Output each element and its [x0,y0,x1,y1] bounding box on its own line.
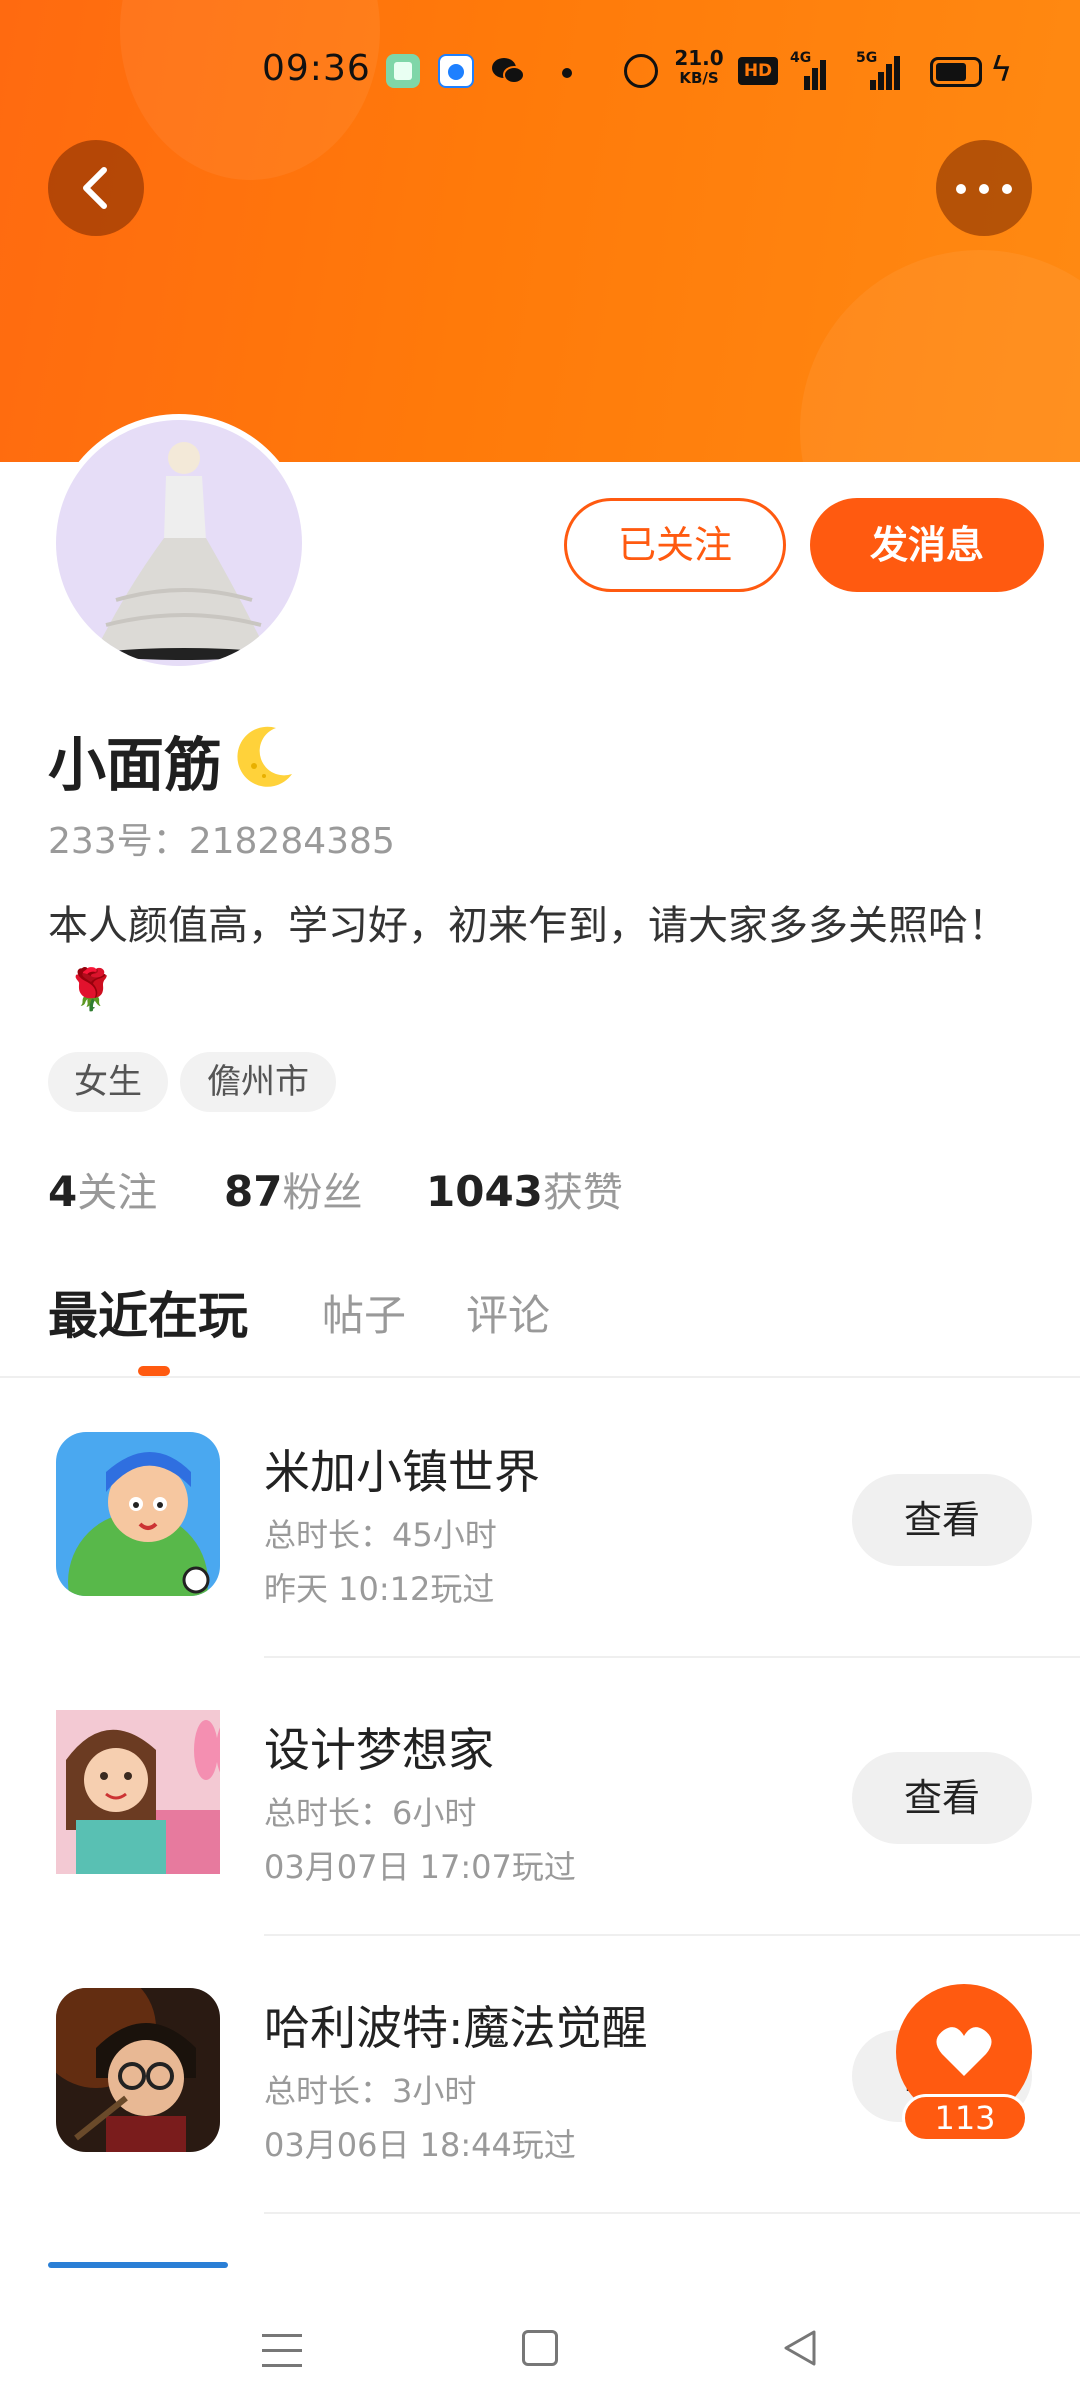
game-title: 哈利波特:魔法觉醒 [264,2001,648,2055]
following-count: 4 [48,1167,78,1216]
battery-icon [930,57,982,87]
profile-header-banner: 09:36 21.0 KB/S HD 4G 5G ϟ [0,0,1080,462]
profile-bio-text: 本人颜值高，学习好，初来乍到，请大家多多关照哈！ [48,903,1008,949]
following-label: 关注 [77,1170,158,1216]
alarm-icon [624,54,658,88]
game-icon [56,1988,220,2152]
game-last-played: 03月06日 18:44玩过 [264,2126,576,2164]
status-time: 09:36 [262,48,371,89]
wechat-icon [492,58,525,84]
more-dots-icon [956,184,966,194]
fans-count: 87 [224,1167,283,1216]
profile-bio: 本人颜值高，学习好，初来乍到，请大家多多关照哈！ 🌹 [48,894,1008,1022]
profile-nickname: 小面筋 [48,731,223,799]
network-speed-value: 21.0 [674,46,724,70]
home-icon[interactable] [522,2330,558,2366]
gender-tag: 女生 [48,1052,168,1112]
status-bar: 09:36 21.0 KB/S HD 4G 5G ϟ [0,40,1080,100]
rose-icon: 🌹 [66,967,116,1013]
game-icon [56,1432,220,1596]
location-tag: 儋州市 [180,1052,336,1112]
likes-stat: 1043获赞 [426,1160,623,1218]
game-duration: 总时长：45小时 [264,1516,497,1554]
app-notification-icon [438,54,474,88]
fans-label: 粉丝 [282,1170,363,1216]
game-title: 米加小镇世界 [264,1445,540,1499]
game-duration: 总时长：3小时 [264,2072,477,2110]
avatar-image [56,420,302,666]
game-icon [56,1710,220,1874]
back-button[interactable] [48,140,144,236]
avatar[interactable] [50,414,308,672]
send-message-button[interactable]: 发消息 [810,498,1044,592]
list-item[interactable]: 米加小镇世界 总时长：45小时 昨天 10:12玩过 查看 [0,1380,1080,1658]
fans-stat[interactable]: 87粉丝 [224,1160,362,1218]
back-arrow-icon [83,167,107,209]
following-stat[interactable]: 4关注 [48,1160,157,1218]
view-button[interactable]: 查看 [852,1474,1032,1566]
like-count: 113 [902,2094,1028,2142]
game-last-played: 03月07日 17:07玩过 [264,1848,576,1886]
more-dots-icon [1002,184,1012,194]
heart-icon [936,2027,992,2076]
game-last-played: 昨天 10:12玩过 [264,1570,495,1608]
network-speed-unit: KB/S [679,69,719,87]
hd-icon: HD [738,57,778,85]
moon-icon [237,726,292,787]
game-duration: 总时长：6小时 [264,1794,477,1832]
app-notification-icon [386,54,420,88]
divider [0,1376,1080,1378]
system-navigation-bar [0,2270,1080,2400]
avatar-figure-icon [96,442,266,660]
list-item[interactable]: 设计梦想家 总时长：6小时 03月07日 17:07玩过 查看 [0,1658,1080,1936]
tab-posts[interactable]: 帖子 [322,1282,406,1343]
game-title: 设计梦想家 [264,1723,494,1777]
charging-icon: ϟ [990,50,1013,90]
menu-icon[interactable] [262,2334,302,2368]
signal-4g-icon: 4G [790,50,830,90]
divider [264,2212,1080,2214]
notification-dot-icon [562,68,572,78]
game-icon [48,2262,228,2268]
view-button[interactable]: 查看 [852,1752,1032,1844]
profile-id: 233号：218284385 [48,821,395,862]
back-triangle-icon[interactable] [780,2328,820,2368]
signal-5g-icon: 5G [856,50,910,90]
more-dots-icon [979,184,989,194]
signal-4g-label: 4G [790,50,812,66]
network-speed: 21.0 KB/S [674,48,724,88]
signal-5g-label: 5G [856,50,878,66]
more-options-button[interactable] [936,140,1032,236]
tab-comments[interactable]: 评论 [466,1282,550,1343]
likes-count: 1043 [426,1167,543,1216]
followed-button[interactable]: 已关注 [564,498,786,592]
tab-recently-played[interactable]: 最近在玩 [48,1276,248,1348]
likes-label: 获赞 [542,1170,623,1216]
header-decoration [800,250,1080,462]
active-tab-indicator [138,1366,170,1376]
